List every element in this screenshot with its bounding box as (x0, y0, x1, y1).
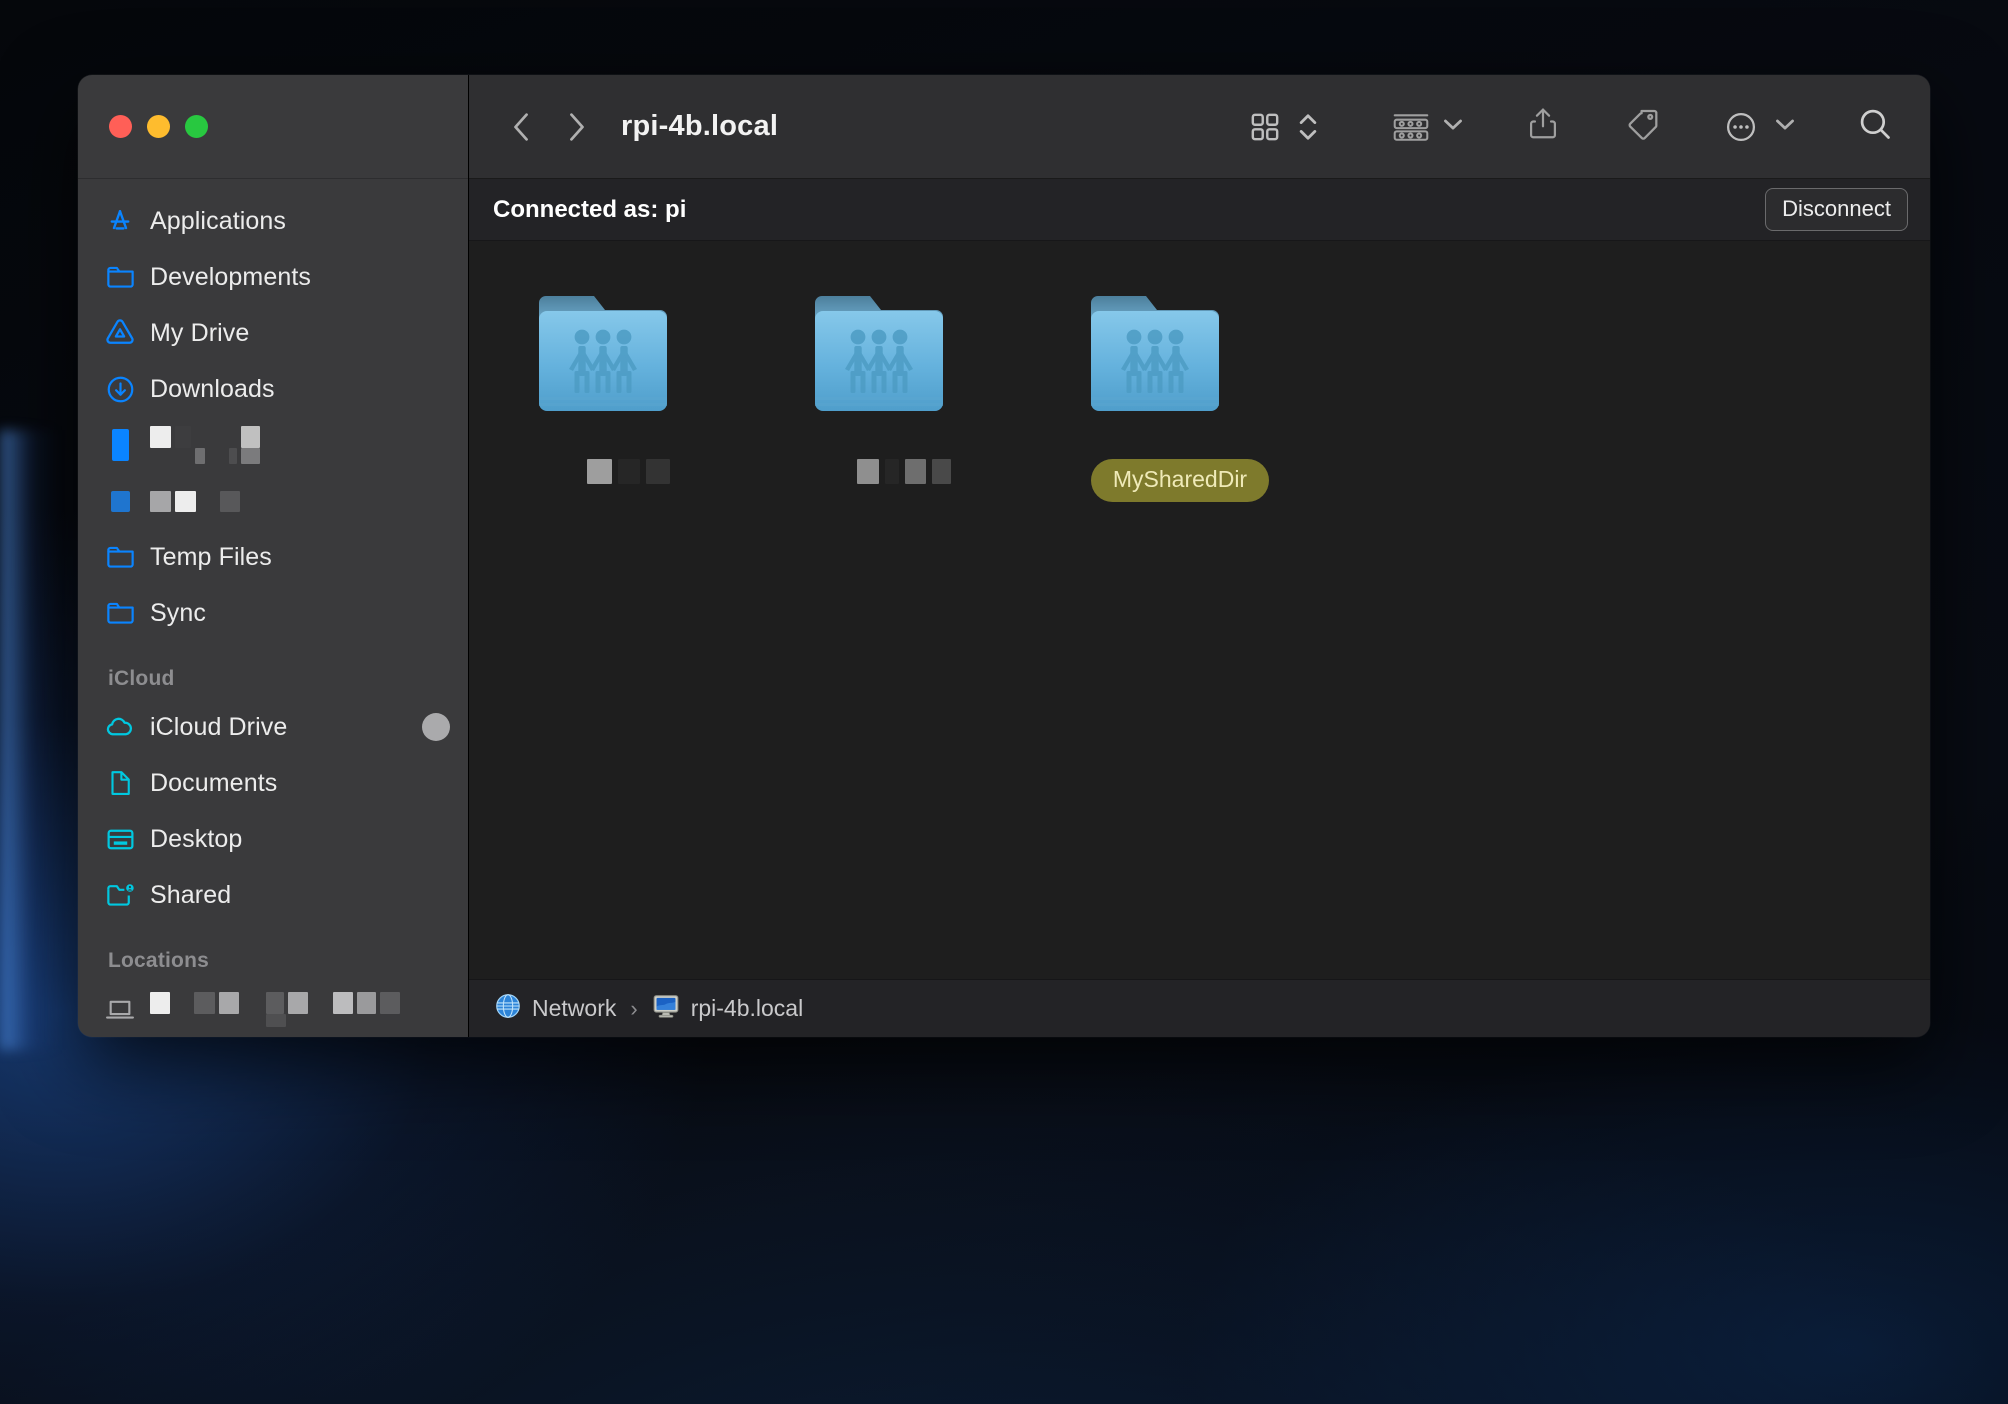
search-button[interactable] (1848, 100, 1902, 154)
breadcrumb-rpi-4b-local[interactable]: rpi-4b.local (652, 993, 804, 1024)
group-by-control[interactable] (1386, 100, 1464, 154)
sidebar-item-temp-files[interactable]: Temp Files (78, 529, 468, 585)
sidebar-item-label: Downloads (150, 374, 275, 403)
sidebar-item-redacted-1[interactable] (78, 417, 468, 473)
forward-button[interactable] (549, 100, 603, 154)
sidebar-item-redacted-laptop[interactable] (78, 981, 468, 1037)
tag-button[interactable] (1616, 100, 1670, 154)
file-name-redacted (857, 459, 951, 484)
desktop-icon (100, 824, 140, 855)
folder-icon (100, 490, 140, 512)
sidebar-item-desktop[interactable]: Desktop (78, 811, 468, 867)
sidebar-section-locations: Locations (108, 949, 209, 972)
laptop-icon (100, 993, 140, 1025)
sidebar-item-label: Temp Files (150, 542, 272, 571)
my-drive-icon (100, 317, 140, 349)
connection-status-bar: Connected as: pi Disconnect (469, 179, 1930, 241)
search-icon (1857, 106, 1893, 147)
file-item-mysharreddir[interactable]: MySharedDir (1065, 285, 1295, 502)
network-globe-icon (495, 993, 521, 1024)
breadcrumb-label: rpi-4b.local (690, 995, 804, 1021)
page-title: rpi-4b.local (621, 110, 779, 142)
folder-icon (100, 598, 140, 629)
file-item[interactable] (513, 285, 743, 484)
close-button[interactable] (109, 115, 132, 138)
cloud-icon (100, 711, 140, 743)
sidebar-item-label: Desktop (150, 824, 243, 853)
sidebar-item-redacted-2[interactable] (78, 473, 468, 529)
share-icon (1527, 106, 1559, 147)
zoom-button[interactable] (185, 115, 208, 138)
icon-view-grid-icon[interactable] (1238, 100, 1292, 154)
redacted-label (150, 490, 240, 512)
sidebar-item-label: Applications (150, 206, 287, 235)
file-item[interactable] (789, 285, 1019, 484)
sidebar-section-icloud: iCloud (108, 667, 175, 690)
back-button[interactable] (495, 100, 549, 154)
server-display-icon (652, 993, 680, 1024)
path-bar[interactable]: Network › rpi-4b.local (469, 979, 1930, 1037)
sidebar-item-downloads[interactable]: Downloads (78, 361, 468, 417)
download-circle-icon (100, 374, 140, 405)
folder-icon (100, 542, 140, 573)
finder-window: Applications Developments My Drive Downl… (78, 75, 1930, 1037)
shared-folder-blue-icon (1088, 285, 1272, 435)
file-name-redacted (586, 459, 670, 484)
group-by-icon[interactable] (1386, 100, 1436, 154)
file-name-label[interactable]: MySharedDir (1090, 459, 1270, 502)
breadcrumb-network[interactable]: Network (495, 993, 616, 1024)
shared-folder-icon (100, 880, 140, 911)
sidebar-item-applications[interactable]: Applications (78, 193, 468, 249)
breadcrumb-separator: › (630, 995, 638, 1021)
sidebar-item-icloud-drive[interactable]: iCloud Drive (78, 699, 468, 755)
sidebar-item-developments[interactable]: Developments (78, 249, 468, 305)
breadcrumb-label: Network (532, 995, 617, 1021)
sidebar-item-label: Developments (150, 262, 312, 291)
shared-folder-blue-icon (812, 285, 996, 435)
ellipsis-circle-icon[interactable] (1714, 100, 1768, 154)
app-store-icon (100, 206, 140, 236)
main-area: rpi-4b.local Connected as: pi Disconnect… (468, 75, 1930, 1037)
sidebar-item-sync[interactable]: Sync (78, 585, 468, 641)
shared-folder-blue-icon (536, 285, 720, 435)
sidebar: Applications Developments My Drive Downl… (78, 75, 468, 1037)
view-switcher[interactable] (1238, 100, 1324, 154)
folder-icon (100, 429, 140, 461)
sidebar-item-label: Sync (150, 598, 206, 627)
sidebar-item-shared[interactable]: Shared (78, 867, 468, 923)
sidebar-list[interactable]: Applications Developments My Drive Downl… (78, 179, 468, 1037)
sidebar-item-label: Documents (150, 768, 278, 797)
chevron-down-icon[interactable] (1774, 117, 1796, 136)
redacted-label (150, 426, 285, 464)
sidebar-item-label: My Drive (150, 318, 250, 347)
redacted-label (150, 991, 400, 1027)
chevron-up-down-icon[interactable] (1292, 100, 1324, 154)
tag-icon (1626, 107, 1660, 146)
toolbar: rpi-4b.local (469, 75, 1930, 179)
window-controls (78, 75, 468, 179)
more-actions-control[interactable] (1714, 100, 1796, 154)
document-icon (100, 768, 140, 798)
sidebar-item-label: Shared (150, 880, 232, 909)
chevron-down-icon[interactable] (1442, 117, 1464, 136)
sidebar-item-label: iCloud Drive (150, 712, 288, 741)
sync-status-dot (422, 713, 450, 741)
connection-status-text: Connected as: pi (493, 195, 687, 223)
folder-icon (100, 262, 140, 293)
minimize-button[interactable] (147, 115, 170, 138)
file-grid[interactable]: MySharedDir (469, 241, 1930, 979)
sidebar-item-documents[interactable]: Documents (78, 755, 468, 811)
disconnect-button[interactable]: Disconnect (1765, 188, 1908, 231)
share-button[interactable] (1516, 100, 1570, 154)
sidebar-item-my-drive[interactable]: My Drive (78, 305, 468, 361)
